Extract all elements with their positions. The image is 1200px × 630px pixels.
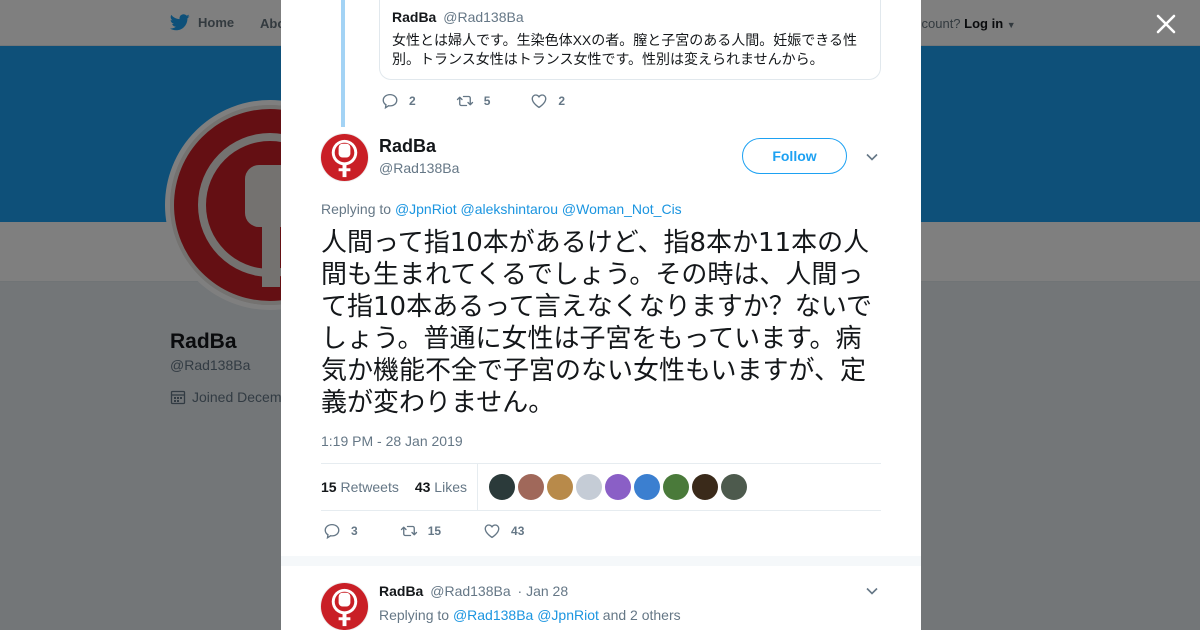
tweet-actions: 3 15 43 <box>323 522 566 540</box>
replies-separator <box>281 556 921 566</box>
reply-count: 3 <box>351 524 358 538</box>
retweets-stat-label: Retweets <box>340 479 399 495</box>
liker-avatar[interactable] <box>691 474 718 500</box>
replying-to-label: Replying to <box>379 607 450 623</box>
reply-icon <box>382 93 398 110</box>
replying-to-line: Replying to @JpnRiot @alekshintarou @Wom… <box>321 201 682 217</box>
close-button[interactable] <box>1152 10 1180 38</box>
retweet-count: 15 <box>427 524 442 538</box>
quoted-tweet-text: 女性とは婦人です。生染色体XXの者。膣と子宮のある人間。妊娠できる性別。トランス… <box>392 32 857 67</box>
author-name[interactable]: RadBa <box>379 136 436 157</box>
reply-button[interactable]: 2 <box>381 92 416 110</box>
mention-link[interactable]: @Woman_Not_Cis <box>562 201 682 217</box>
liker-avatar[interactable] <box>604 474 631 500</box>
heart-icon <box>531 94 547 109</box>
reply-header: RadBa @Rad138Ba · Jan 28 <box>379 583 568 599</box>
close-icon <box>1156 14 1176 34</box>
retweet-button[interactable]: 15 <box>400 522 441 540</box>
chevron-down-icon <box>866 153 878 161</box>
retweet-icon <box>456 95 473 107</box>
liker-avatar[interactable] <box>633 474 660 500</box>
tweet-stats: 15 Retweets 43 Likes <box>321 463 881 511</box>
quoted-author-handle: @Rad138Ba <box>443 9 524 25</box>
reply-author-handle[interactable]: @Rad138Ba <box>430 583 510 599</box>
quoted-tweet-header: RadBa @Rad138Ba <box>392 9 868 25</box>
like-count: 43 <box>511 524 525 538</box>
tweet-menu-button[interactable] <box>864 149 880 165</box>
reply-author-avatar[interactable] <box>320 582 369 630</box>
liker-avatar[interactable] <box>575 474 602 500</box>
tweet-timestamp[interactable]: 1:19 PM - 28 Jan 2019 <box>321 433 463 449</box>
reply-replying-to-line: Replying to @Rad138Ba @JpnRiot and 2 oth… <box>379 607 681 623</box>
quoted-author-name: RadBa <box>392 9 437 25</box>
retweets-stat-count: 15 <box>321 479 337 495</box>
liker-avatars <box>488 474 747 500</box>
mention-link[interactable]: @JpnRiot <box>395 201 457 217</box>
author-handle[interactable]: @Rad138Ba <box>379 160 459 176</box>
previous-tweet-actions: 2 5 2 <box>381 92 605 110</box>
reply-author-name[interactable]: RadBa <box>379 583 423 599</box>
reply-icon <box>324 523 340 540</box>
thread-connector <box>341 0 345 127</box>
liker-avatar[interactable] <box>662 474 689 500</box>
likes-stat-label: Likes <box>434 479 467 495</box>
tweet-text: 人間って指10本があるけど、指8本か11本の人間も生まれてくるでしょう。その時は… <box>321 228 873 418</box>
follow-button[interactable]: Follow <box>742 138 847 174</box>
like-button[interactable]: 43 <box>483 522 524 540</box>
avatar-logo-icon <box>320 582 369 630</box>
reply-count: 2 <box>409 94 416 108</box>
likes-stat[interactable]: 43 Likes <box>415 479 467 495</box>
and-others-text[interactable]: and 2 others <box>603 607 681 623</box>
retweet-button[interactable]: 5 <box>456 92 491 110</box>
mention-link[interactable]: @alekshintarou <box>461 201 559 217</box>
liker-avatar[interactable] <box>488 474 515 500</box>
liker-avatar[interactable] <box>720 474 747 500</box>
author-avatar[interactable] <box>320 133 369 182</box>
replying-to-label: Replying to <box>321 201 392 217</box>
retweets-stat[interactable]: 15 Retweets <box>321 479 399 495</box>
avatar-logo-icon <box>320 133 369 182</box>
heart-icon <box>484 524 500 539</box>
tweet-modal: RadBa @Rad138Ba 女性とは婦人です。生染色体XXの者。膣と子宮のあ… <box>281 0 921 630</box>
likes-stat-count: 43 <box>414 479 431 495</box>
like-button[interactable]: 2 <box>530 92 565 110</box>
liker-avatar[interactable] <box>546 474 573 500</box>
liker-avatar[interactable] <box>517 474 544 500</box>
mention-link[interactable]: @JpnRiot <box>537 607 599 623</box>
mention-link[interactable]: @Rad138Ba <box>453 607 533 623</box>
stats-divider <box>476 463 478 511</box>
reply-date[interactable]: · Jan 28 <box>518 583 569 599</box>
reply-menu-button[interactable] <box>864 583 880 599</box>
retweet-count: 5 <box>483 94 491 108</box>
retweet-icon <box>400 525 417 537</box>
quoted-tweet-card[interactable]: RadBa @Rad138Ba 女性とは婦人です。生染色体XXの者。膣と子宮のあ… <box>379 0 881 80</box>
reply-button[interactable]: 3 <box>323 522 358 540</box>
chevron-down-icon <box>866 587 878 595</box>
like-count: 2 <box>558 94 566 108</box>
